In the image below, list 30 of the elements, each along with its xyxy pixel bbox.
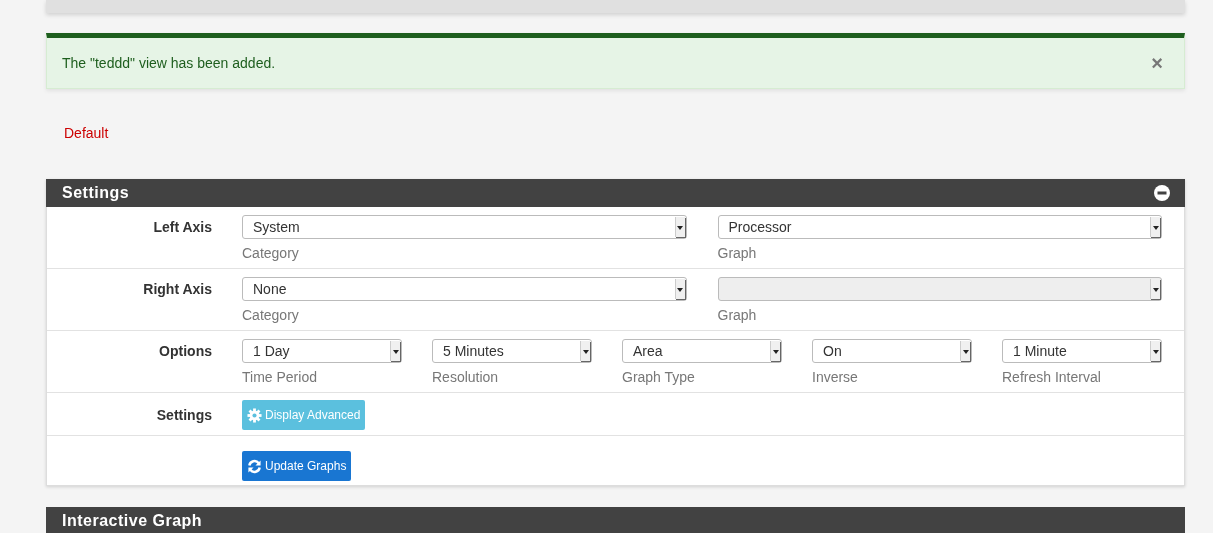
select-field[interactable]: None — [242, 277, 687, 301]
select-field[interactable]: 1 Minute — [1002, 339, 1162, 363]
select-field[interactable]: 5 Minutes — [432, 339, 592, 363]
refresh-icon — [247, 458, 262, 474]
close-button[interactable]: × — [1145, 51, 1169, 75]
gear-icon — [247, 407, 262, 423]
field-label: Options — [159, 343, 212, 359]
collapse-icon[interactable] — [1154, 185, 1170, 201]
field-caption: Time Period — [242, 369, 318, 386]
action-button[interactable]: Update Graphs — [242, 451, 352, 481]
field-caption: Graph — [717, 245, 758, 262]
select-field[interactable]: System — [242, 215, 687, 239]
field-caption: Inverse — [812, 369, 859, 386]
field-caption: Graph — [717, 307, 758, 324]
alert-message: The "teddd" view has been added. — [62, 55, 276, 71]
field-caption: Graph Type — [622, 369, 696, 386]
field-caption: Category — [242, 245, 300, 262]
select-field[interactable]: On — [812, 339, 972, 363]
panel-title: Interactive Graph — [62, 512, 203, 530]
field-label: Settings — [156, 407, 212, 423]
field-caption: Resolution — [432, 369, 500, 386]
view-link[interactable]: Default — [64, 125, 109, 141]
field-caption: Refresh Interval — [1002, 369, 1102, 386]
field-label: Left Axis — [153, 219, 212, 235]
field-caption: Category — [242, 307, 300, 324]
field-label: Right Axis — [143, 281, 212, 297]
select-field[interactable]: Processor — [717, 215, 1162, 239]
panel-title: Settings — [62, 184, 130, 202]
select-field[interactable]: Area — [622, 339, 782, 363]
select-field[interactable]: 1 Day — [242, 339, 402, 363]
